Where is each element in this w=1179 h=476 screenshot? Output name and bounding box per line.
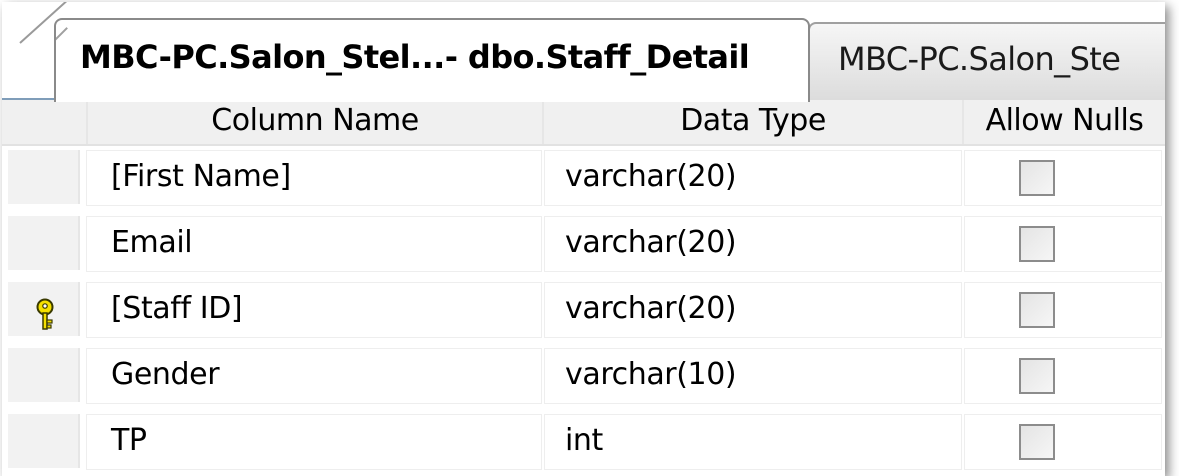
data-type-cell[interactable]: int bbox=[544, 414, 962, 470]
header-data-type[interactable]: Data Type bbox=[542, 100, 962, 144]
header-column-name[interactable]: Column Name bbox=[86, 100, 542, 144]
allow-nulls-cell bbox=[964, 150, 1162, 206]
row-selector[interactable] bbox=[8, 150, 80, 204]
table-row: [Staff ID] varchar(20) bbox=[2, 276, 1165, 342]
allow-nulls-cell bbox=[964, 216, 1162, 272]
row-selector[interactable] bbox=[8, 216, 80, 270]
key-icon bbox=[36, 298, 54, 330]
column-name-cell[interactable]: Email bbox=[86, 216, 542, 272]
table-row: Email varchar(20) bbox=[2, 210, 1165, 276]
column-name-cell[interactable]: Gender bbox=[86, 348, 542, 404]
row-selector[interactable] bbox=[8, 414, 80, 468]
table-row: [First Name] varchar(20) bbox=[2, 144, 1165, 210]
row-selector[interactable] bbox=[8, 282, 80, 336]
column-name-cell[interactable]: [First Name] bbox=[86, 150, 542, 206]
header-row-selector bbox=[2, 100, 86, 144]
data-type-cell[interactable]: varchar(20) bbox=[544, 282, 962, 338]
allow-nulls-cell bbox=[964, 282, 1162, 338]
tab-salon-second-label: MBC-PC.Salon_Ste bbox=[838, 40, 1121, 78]
allow-nulls-checkbox[interactable] bbox=[1019, 358, 1055, 394]
document-tab-strip: MBC-PC.Salon_Stel...- dbo.Staff_Detail M… bbox=[2, 2, 1165, 102]
column-name-cell[interactable]: TP bbox=[86, 414, 542, 470]
tab-staff-detail-label: MBC-PC.Salon_Stel...- dbo.Staff_Detail bbox=[80, 38, 750, 76]
allow-nulls-checkbox[interactable] bbox=[1019, 292, 1055, 328]
column-name-cell[interactable]: [Staff ID] bbox=[86, 282, 542, 338]
allow-nulls-checkbox[interactable] bbox=[1019, 226, 1055, 262]
grid-header: Column Name Data Type Allow Nulls bbox=[2, 100, 1165, 146]
data-type-cell[interactable]: varchar(20) bbox=[544, 150, 962, 206]
allow-nulls-cell bbox=[964, 414, 1162, 470]
tab-staff-detail[interactable]: MBC-PC.Salon_Stel...- dbo.Staff_Detail bbox=[54, 18, 810, 102]
tab-salon-second[interactable]: MBC-PC.Salon_Ste bbox=[808, 22, 1165, 100]
data-type-cell[interactable]: varchar(10) bbox=[544, 348, 962, 404]
allow-nulls-checkbox[interactable] bbox=[1019, 160, 1055, 196]
table-designer-window: MBC-PC.Salon_Stel...- dbo.Staff_Detail M… bbox=[2, 2, 1165, 476]
row-selector[interactable] bbox=[8, 348, 80, 402]
table-row: TP int bbox=[2, 408, 1165, 474]
header-allow-nulls[interactable]: Allow Nulls bbox=[962, 100, 1165, 144]
data-type-cell[interactable]: varchar(20) bbox=[544, 216, 962, 272]
table-row: Gender varchar(10) bbox=[2, 342, 1165, 408]
column-grid: Column Name Data Type Allow Nulls [First… bbox=[2, 100, 1165, 476]
allow-nulls-cell bbox=[964, 348, 1162, 404]
allow-nulls-checkbox[interactable] bbox=[1019, 424, 1055, 460]
